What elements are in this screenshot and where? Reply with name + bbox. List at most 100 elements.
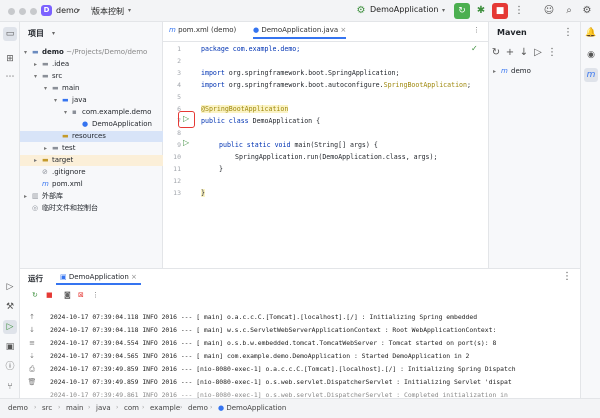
notifications-icon[interactable]: 🔔 [584, 26, 598, 40]
tab-pom-xml[interactable]: m pom.xml (demo) [169, 26, 236, 34]
structure-tool-icon[interactable]: ⊞ [3, 52, 17, 66]
project-tool-icon[interactable]: ▭ [3, 27, 17, 41]
breadcrumb-item[interactable]: main [66, 404, 84, 412]
settings-icon[interactable]: ⚙ [580, 4, 594, 18]
code-line-9: public static void main(String[] args) { [219, 141, 378, 149]
stop-button[interactable]: ■ [492, 3, 508, 19]
chevron-right-icon[interactable]: ▸ [493, 66, 501, 77]
tab-demoapplication-java[interactable]: ● DemoApplication.java × [253, 26, 347, 39]
breadcrumb-item[interactable]: ● DemoApplication [218, 404, 286, 412]
chevron-right-icon[interactable]: ▸ [34, 59, 42, 70]
build-tool-icon[interactable]: ⚒ [3, 300, 17, 314]
more-icon[interactable]: ⋮ [560, 270, 574, 284]
refresh-icon[interactable]: ↻ [489, 46, 503, 60]
tree-item-resources[interactable]: ▬ resources [20, 131, 163, 142]
services-tool-icon[interactable]: ▷ [3, 280, 17, 294]
zoom-window-button[interactable] [30, 8, 37, 15]
close-icon[interactable]: × [340, 26, 346, 34]
chevron-down-icon[interactable]: ▾ [128, 7, 131, 14]
soft-wrap-icon[interactable]: ≡ [26, 339, 38, 347]
run-toolbar: ↻ ■ ◙ ⊠ ⋮ [26, 291, 576, 303]
breadcrumb-item[interactable]: demo [8, 404, 28, 412]
run-tool-icon[interactable]: ▷ [3, 320, 17, 334]
more-icon[interactable]: ⋮ [545, 46, 559, 60]
chevron-right-icon[interactable]: ▸ [24, 191, 32, 202]
tree-item-java[interactable]: ▾ ▬ java [20, 95, 163, 106]
chevron-down-icon[interactable]: ▾ [44, 83, 52, 94]
tree-item-pom[interactable]: m pom.xml [20, 179, 163, 190]
more-icon[interactable]: ⋮ [473, 26, 480, 34]
breadcrumb-item[interactable]: example [150, 404, 180, 412]
stop-icon[interactable]: ■ [46, 291, 53, 299]
scroll-end-icon[interactable]: ⇣ [26, 352, 38, 360]
chevron-down-icon[interactable]: ▾ [64, 107, 72, 118]
project-badge[interactable]: D [41, 5, 52, 16]
breadcrumb-item[interactable]: java [96, 404, 111, 412]
chevron-down-icon[interactable]: ▾ [77, 7, 80, 14]
maven-tool-icon[interactable]: m [584, 68, 598, 82]
chevron-down-icon[interactable]: ▾ [34, 71, 42, 82]
tree-item-idea[interactable]: ▸ ▬ .idea [20, 59, 163, 70]
code-line-10: SpringApplication.run(DemoApplication.cl… [235, 153, 438, 161]
tree-item-gitignore[interactable]: ⊘ .gitignore [20, 167, 163, 178]
search-icon[interactable]: ⌕ [562, 4, 576, 18]
line-number: 10 [173, 153, 181, 161]
chevron-down-icon[interactable]: ▾ [442, 7, 445, 14]
download-icon[interactable]: ↓ [517, 46, 531, 60]
run-icon[interactable]: ▷ [531, 46, 545, 60]
log-line: 2024-10-17 07:39:49.859 INFO 2016 --- [n… [50, 378, 512, 386]
breadcrumb-item[interactable]: com [124, 404, 139, 412]
tree-item-demo[interactable]: ▾ ▬ demo ~/Projects/Demo/demo [20, 47, 163, 58]
code-editor[interactable]: 1 2 3 4 5 6 7 8 9 10 11 12 13 ▷ ▷ ✓ pack… [163, 42, 488, 268]
close-window-button[interactable] [8, 8, 15, 15]
breadcrumb-item[interactable]: demo [188, 404, 208, 412]
tree-item-test[interactable]: ▸ ▬ test [20, 143, 163, 154]
close-icon[interactable]: × [131, 273, 137, 281]
ai-assistant-icon[interactable]: ◉ [584, 48, 598, 62]
exit-icon[interactable]: ⊠ [78, 291, 84, 299]
folder-icon: ▬ [42, 156, 49, 164]
chevron-down-icon[interactable]: ▾ [52, 30, 55, 37]
arrow-up-icon[interactable]: ↑ [26, 313, 38, 321]
add-icon[interactable]: + [503, 46, 517, 60]
arrow-down-icon[interactable]: ↓ [26, 326, 38, 334]
rerun-button[interactable]: ↻ [454, 3, 470, 19]
vcs-menu[interactable]: 版本控制 [92, 6, 124, 17]
breadcrumb-item[interactable]: src [42, 404, 52, 412]
run-tab-demoapplication[interactable]: ▣ DemoApplication × [56, 271, 141, 285]
chevron-right-icon[interactable]: ▸ [34, 155, 42, 166]
run-config-selector[interactable]: DemoApplication [370, 5, 438, 14]
chevron-right-icon[interactable]: ▸ [44, 143, 52, 154]
more-icon[interactable]: ⋮ [561, 26, 575, 40]
project-name[interactable]: demo [56, 6, 79, 15]
more-icon[interactable]: ⋮ [92, 291, 99, 299]
problems-tool-icon[interactable]: ⓘ [3, 360, 17, 374]
maven-item-demo[interactable]: ▸ m demo [489, 66, 579, 77]
maven-icon: m [42, 180, 49, 188]
rerun-icon[interactable]: ↻ [32, 291, 38, 299]
tree-item-target[interactable]: ▸ ▬ target [20, 155, 163, 166]
print-icon[interactable]: ⎙ [26, 365, 38, 374]
minimize-window-button[interactable] [19, 8, 26, 15]
camera-icon[interactable]: ◙ [64, 291, 71, 299]
tree-item-scratches[interactable]: ◎ 临时文件和控制台 [20, 203, 163, 214]
trash-icon[interactable]: 🗑 [26, 378, 38, 386]
terminal-tool-icon[interactable]: ▣ [3, 340, 17, 354]
tree-item-main[interactable]: ▾ ▬ main [20, 83, 163, 94]
more-tools-icon[interactable]: ⋯ [3, 70, 17, 84]
git-tool-icon[interactable]: ⑂ [3, 380, 17, 394]
tree-item-demoapplication[interactable]: ● DemoApplication [20, 119, 163, 130]
folder-icon: ▬ [62, 96, 69, 104]
chevron-right-icon: › [210, 404, 213, 411]
run-gutter-icon[interactable]: ▷ [183, 138, 189, 147]
debug-icon[interactable]: ✱ [474, 4, 488, 18]
panel-title: Maven [497, 28, 527, 37]
tree-item-package[interactable]: ▾ ▪ com.example.demo [20, 107, 163, 118]
class-icon: ● [253, 26, 260, 34]
more-icon[interactable]: ⋮ [512, 4, 526, 18]
user-icon[interactable]: ☺ [542, 4, 556, 18]
tree-item-external-libraries[interactable]: ▸ ▥ 外部库 [20, 191, 163, 202]
chevron-down-icon[interactable]: ▾ [54, 95, 62, 106]
chevron-down-icon[interactable]: ▾ [24, 47, 32, 58]
tree-item-src[interactable]: ▾ ▬ src [20, 71, 163, 82]
